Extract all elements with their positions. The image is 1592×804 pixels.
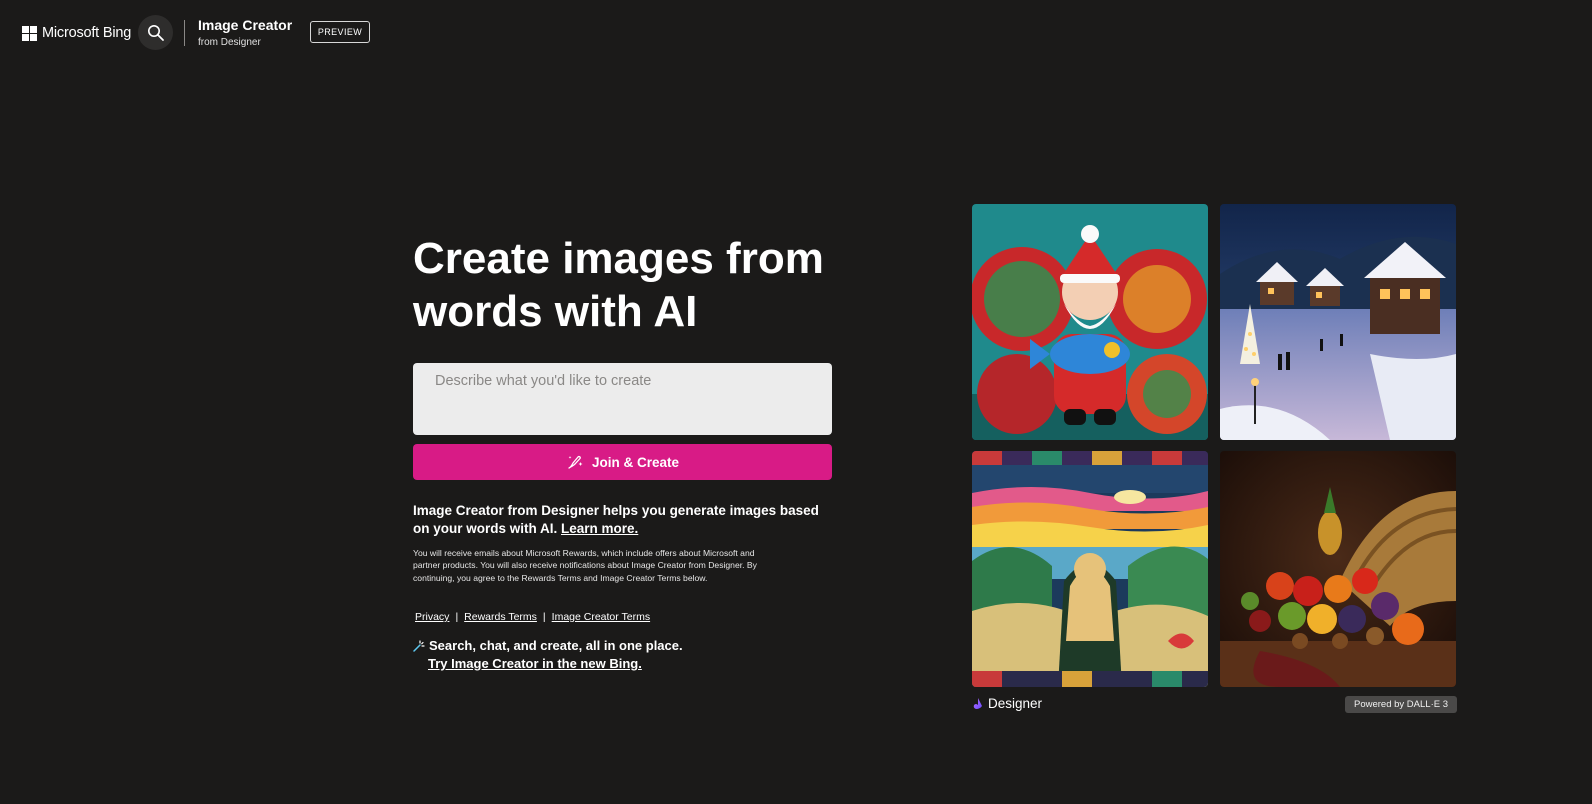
brand-title[interactable]: Image Creator	[198, 17, 292, 33]
page-title: Create images from words with AI	[413, 234, 824, 336]
rewards-terms-link[interactable]: Rewards Terms	[464, 611, 537, 623]
header-divider	[184, 20, 185, 46]
try-new-bing-link[interactable]: Try Image Creator in the new Bing.	[428, 656, 642, 671]
search-button[interactable]	[138, 15, 173, 50]
brush-sparkle-icon	[568, 455, 583, 469]
join-button-label: Join & Create	[591, 454, 680, 470]
gallery-image-santa-ornaments[interactable]	[972, 204, 1208, 440]
preview-badge[interactable]: PREVIEW	[310, 21, 370, 43]
image-creator-terms-link[interactable]: Image Creator Terms	[552, 611, 650, 623]
designer-logo-icon	[973, 698, 982, 709]
brand-subtitle: from Designer	[198, 37, 261, 48]
promo-text: Search, chat, and create, all in one pla…	[429, 638, 683, 653]
powered-by-badge: Powered by DALL·E 3	[1345, 696, 1457, 713]
microsoft-bing-logo[interactable]: Microsoft Bing	[22, 25, 131, 41]
gallery-image-cornucopia[interactable]	[1220, 451, 1456, 687]
windows-logo-icon	[22, 25, 37, 41]
description: Image Creator from Designer helps you ge…	[413, 502, 823, 538]
prompt-input[interactable]	[413, 363, 832, 435]
link-separator: |	[455, 611, 459, 623]
top-bar: Microsoft Bing Image Creator from Design…	[0, 0, 1592, 66]
designer-label: Designer	[988, 696, 1043, 711]
gallery-image-quilt-landscape[interactable]	[972, 451, 1208, 687]
logo-text: Microsoft Bing	[42, 25, 132, 41]
privacy-link[interactable]: Privacy	[415, 611, 449, 623]
learn-more-link[interactable]: Learn more.	[561, 521, 638, 536]
search-icon	[147, 24, 164, 41]
designer-brand[interactable]: Designer	[972, 696, 1042, 711]
sparkle-icon	[413, 640, 425, 652]
fine-print: You will receive emails about Microsoft …	[413, 548, 757, 583]
legal-links: Privacy | Rewards Terms | Image Creator …	[415, 611, 650, 623]
join-and-create-button[interactable]: Join & Create	[413, 444, 832, 480]
gallery-image-winter-village[interactable]	[1220, 204, 1456, 440]
link-separator: |	[542, 611, 546, 623]
